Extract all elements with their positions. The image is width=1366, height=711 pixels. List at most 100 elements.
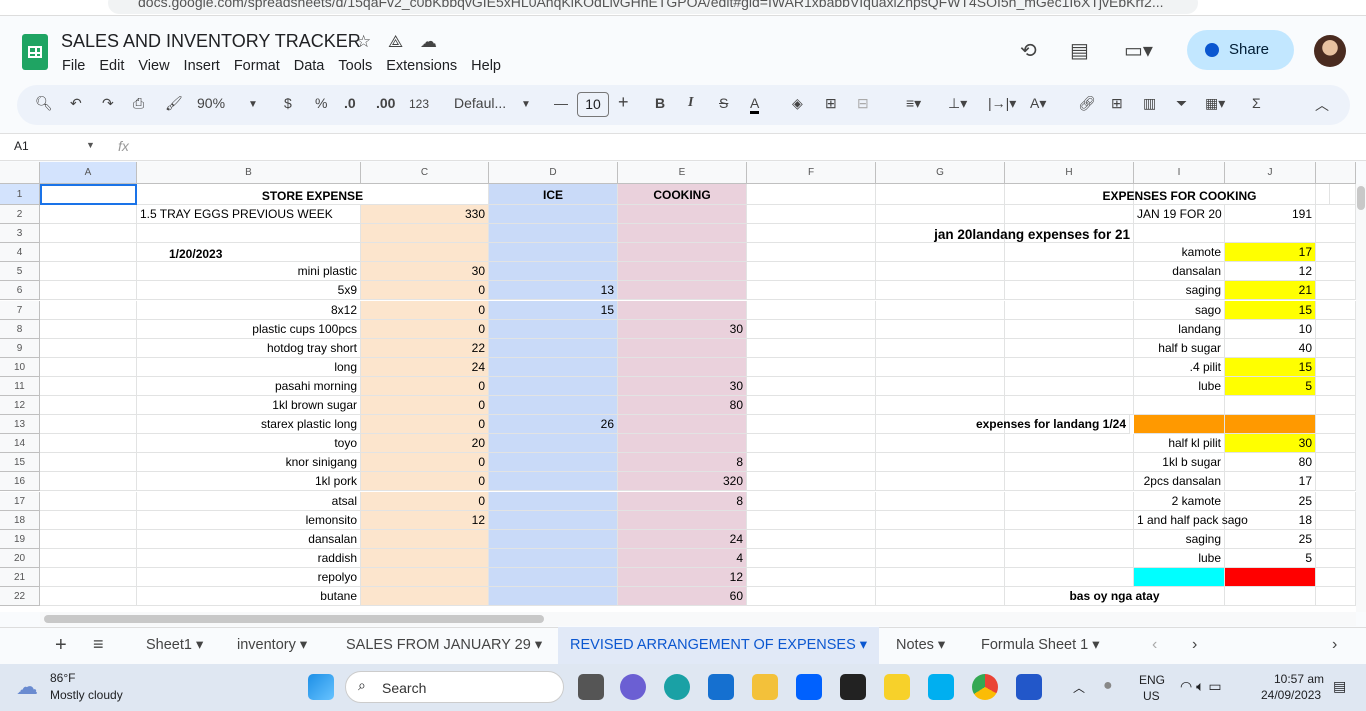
cell[interactable] [489,587,618,607]
cell[interactable] [1225,224,1316,244]
scroll-tabs-right-icon[interactable]: › [1192,636,1197,654]
star-icon[interactable]: ☆ [356,32,371,52]
functions-icon[interactable]: Σ [1252,95,1261,111]
cell-c7[interactable]: 0 [361,300,489,320]
cell[interactable] [1005,453,1134,473]
horizontal-scrollbar[interactable] [40,612,1356,626]
strikethrough-button[interactable]: S [719,95,728,111]
row-header-8[interactable]: 8 [0,319,40,339]
fill-color-icon[interactable]: ◈ [792,95,803,112]
cell[interactable] [618,510,747,530]
browser-address-bar[interactable]: docs.google.com/spreadsheets/d/15qaFv2_c… [0,0,1366,16]
cell[interactable] [489,453,618,473]
cell[interactable] [747,491,876,511]
dropbox-icon[interactable] [796,674,822,700]
cell-i20[interactable]: lube [1134,548,1225,568]
cell[interactable] [40,491,137,511]
cell[interactable] [1225,587,1316,607]
cell[interactable] [489,548,618,568]
borders-icon[interactable]: ⊞ [825,95,837,112]
cell[interactable] [40,357,137,377]
scroll-tabs-left-icon[interactable]: ‹ [1152,636,1157,654]
decrease-decimal-button[interactable]: .0 [344,95,356,111]
share-button[interactable]: Share [1187,30,1294,70]
clock-date[interactable]: 24/09/2023 [1261,688,1321,702]
cell-b6[interactable]: 5x9 [137,281,361,301]
cell[interactable] [747,300,876,320]
spreadsheet-grid[interactable]: A B C D E F G H I J 1 STORE EXPENSE ICE COOKING EXPENS… [0,162,1356,612]
cell[interactable] [1316,472,1356,492]
cell[interactable] [1005,300,1134,320]
cell[interactable] [1005,548,1134,568]
sheet-tab-inventory[interactable]: inventory ▾ [225,627,319,664]
status-icon[interactable]: ● [1103,677,1113,695]
cell-j4[interactable]: 17 [1225,243,1316,263]
cell[interactable] [1316,357,1356,377]
cell-e19[interactable]: 24 [618,529,747,549]
cell-j10[interactable]: 15 [1225,357,1316,377]
all-sheets-icon[interactable]: ≡ [93,634,104,655]
cell[interactable] [489,567,618,587]
cell[interactable] [1134,396,1225,416]
cell[interactable] [1005,567,1134,587]
cell-b4[interactable]: 1/20/2023 [137,243,361,263]
cell[interactable] [1316,376,1356,396]
cell-b14[interactable]: toyo [137,434,361,454]
increase-font-size-icon[interactable]: + [618,92,629,113]
cell[interactable] [1316,453,1356,473]
cell[interactable] [1316,262,1356,282]
cell-h3[interactable]: jan 20landang expenses for 21 [900,224,1134,244]
sheet-tab-formula-sheet-1[interactable]: Formula Sheet 1 ▾ [969,627,1112,664]
cell-c13[interactable]: 0 [361,415,489,435]
show-hidden-icons[interactable]: ︿ [1073,679,1085,696]
cell[interactable] [40,224,137,244]
cell[interactable] [876,434,1005,454]
cell[interactable] [876,243,1005,263]
cell[interactable] [618,434,747,454]
explore-icon[interactable]: › [1332,636,1337,654]
cell-i7[interactable]: sago [1134,300,1225,320]
cell[interactable] [747,472,876,492]
chevron-down-icon[interactable]: ▼ [521,99,531,110]
collapse-toolbar-icon[interactable]: ︿ [1315,95,1329,115]
cell-b22[interactable]: butane [137,587,361,607]
cell[interactable] [1134,567,1225,587]
cell[interactable] [137,224,361,244]
cell-j8[interactable]: 10 [1225,319,1316,339]
cell[interactable] [618,205,747,225]
cell-b11[interactable]: pasahi morning [137,376,361,396]
cell[interactable] [40,567,137,587]
bold-button[interactable]: B [655,95,665,111]
vertical-align-icon[interactable]: ⊥▾ [948,95,967,112]
cell-b13[interactable]: starex plastic long [137,415,361,435]
cell[interactable] [747,548,876,568]
cell[interactable] [747,262,876,282]
row-header-12[interactable]: 12 [0,396,40,416]
cell-j15[interactable]: 80 [1225,453,1316,473]
row-header-20[interactable]: 20 [0,548,40,568]
start-icon[interactable] [308,674,334,700]
italic-button[interactable]: I [688,95,693,111]
cell[interactable] [876,281,1005,301]
cell[interactable] [747,338,876,358]
cell-b10[interactable]: long [137,357,361,377]
cell-j6[interactable]: 21 [1225,281,1316,301]
cell[interactable] [1316,205,1356,225]
cell[interactable] [747,587,876,607]
cell[interactable] [489,376,618,396]
cell-b5[interactable]: mini plastic [137,262,361,282]
row-header-1[interactable]: 1 [0,184,40,205]
cell[interactable] [1316,587,1356,607]
cell[interactable] [1005,357,1134,377]
percent-format-button[interactable]: % [315,95,327,111]
search-menus-icon[interactable]: 🔍︎ [35,95,53,112]
cell[interactable] [40,453,137,473]
cell[interactable] [361,243,489,263]
cell[interactable] [40,548,137,568]
chevron-down-icon[interactable]: ▼ [248,99,258,110]
menu-edit[interactable]: Edit [99,58,124,74]
cell[interactable] [1005,376,1134,396]
cell-e20[interactable]: 4 [618,548,747,568]
cell[interactable] [618,338,747,358]
cell[interactable] [1005,319,1134,339]
